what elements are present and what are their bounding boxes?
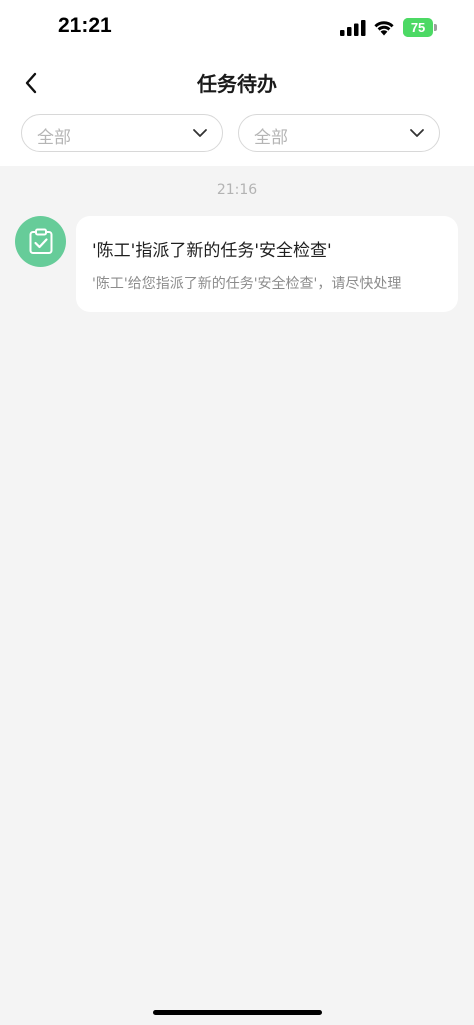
chevron-down-icon [410,129,424,137]
filter-dropdown-1[interactable]: 全部 [21,114,223,152]
battery-body: 75 [403,18,434,37]
battery-cap [434,24,437,31]
status-time: 21:21 [58,14,112,37]
message-title: '陈工'指派了新的任务'安全检查' [92,241,332,261]
message-body: '陈工'给您指派了新的任务'安全检查'，请尽快处理 [92,276,402,292]
wifi-icon [374,21,394,36]
message-timestamp: 21:16 [216,182,258,198]
filter-label: 全部 [254,128,288,148]
signal-icon [340,20,366,36]
message-card[interactable]: '陈工'指派了新的任务'安全检查' '陈工'给您指派了新的任务'安全检查'，请尽… [76,216,458,312]
filter-bar: 全部 全部 [0,110,474,166]
clipboard-check-icon [29,228,52,254]
home-indicator[interactable] [153,1010,322,1015]
page-title: 任务待办 [197,72,277,96]
battery-charging-icon: 75 [403,18,437,37]
nav-bar: 任务待办 [0,56,474,110]
screen: 21:21 75 任务待办 全部 全部 21:16 '陈工'指派了新的任务'安全… [0,0,474,1025]
filter-dropdown-2[interactable]: 全部 [238,114,440,152]
task-avatar [15,216,66,267]
battery-percent: 75 [410,20,426,35]
status-bar: 21:21 75 [0,0,474,56]
filter-label: 全部 [37,128,71,148]
chevron-down-icon [193,129,207,137]
